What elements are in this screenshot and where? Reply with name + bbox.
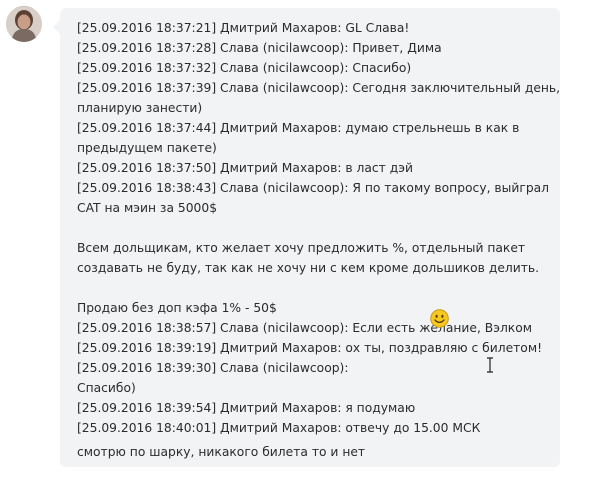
message-line: [25.09.2016 18:37:50] Дмитрий Махаров: в…: [77, 161, 413, 175]
message-line: смотрю по шарку, никакого билета то и не…: [77, 445, 366, 459]
message-line: [25.09.2016 18:37:39] Слава (nicilawcoop…: [77, 81, 561, 95]
message-line: [25.09.2016 18:38:43] Слава (nicilawcoop…: [77, 181, 550, 195]
message-line: [25.09.2016 18:40:01] Дмитрий Махаров: о…: [77, 421, 481, 435]
message-line: создавать не буду, так как не хочу ни с …: [77, 261, 540, 275]
message-line: [25.09.2016 18:39:30] Слава (nicilawcoop…: [77, 361, 349, 375]
message-bubble: [25.09.2016 18:37:21] Дмитрий Махаров: G…: [53, 8, 561, 467]
message-line: [25.09.2016 18:37:32] Слава (nicilawcoop…: [77, 61, 412, 75]
message-line: [25.09.2016 18:39:54] Дмитрий Махаров: я…: [77, 401, 416, 415]
message-line: предыдущем пакете): [77, 141, 217, 155]
message-line: [25.09.2016 18:37:28] Слава (nicilawcoop…: [77, 41, 442, 55]
message-line: CAT на мэин за 5000$: [77, 201, 218, 215]
smiley-icon: [430, 309, 449, 328]
text-cursor-icon: [486, 357, 494, 373]
message-line: [25.09.2016 18:37:21] Дмитрий Махаров: G…: [77, 21, 410, 35]
message-line: Спасибо): [77, 381, 136, 395]
message-line: [25.09.2016 18:38:57] Слава (nicilawcoop…: [77, 321, 533, 335]
message-line: планирую занести): [77, 101, 203, 115]
message-line: [25.09.2016 18:39:19] Дмитрий Махаров: о…: [77, 341, 543, 355]
message-line: Продаю без доп кэфа 1% - 50$: [77, 301, 277, 315]
message-line: Всем дольщикам, кто желает хочу предложи…: [77, 241, 526, 255]
avatar[interactable]: [6, 6, 42, 42]
message-line: [25.09.2016 18:37:44] Дмитрий Махаров: д…: [77, 121, 520, 135]
